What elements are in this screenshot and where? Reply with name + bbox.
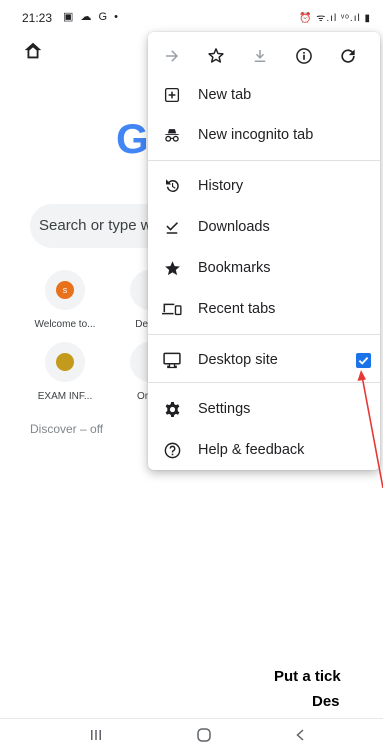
menu-item-recent-tabs[interactable]: Recent tabs: [148, 289, 380, 329]
menu-item-label: Bookmarks: [198, 260, 271, 276]
menu-toolbar: [148, 32, 380, 80]
recent-tabs-icon: [162, 299, 182, 319]
forward-icon[interactable]: [160, 44, 184, 68]
shortcut-tile[interactable]: s Welcome to...: [30, 270, 100, 330]
downloads-icon: [162, 217, 182, 237]
menu-item-new-incognito-tab[interactable]: New incognito tab: [148, 115, 380, 155]
menu-item-bookmarks[interactable]: Bookmarks: [148, 248, 380, 288]
tile-avatar-letter: s: [56, 281, 74, 299]
menu-divider: [148, 334, 380, 335]
menu-item-label: Recent tabs: [198, 301, 276, 317]
annotation-text-line1: Put a tick: [274, 668, 341, 685]
refresh-icon[interactable]: [336, 44, 360, 68]
home-icon[interactable]: [22, 40, 44, 62]
shortcut-tile[interactable]: EXAM INF...: [30, 342, 100, 402]
menu-item-settings[interactable]: Settings: [148, 389, 380, 429]
menu-divider: [148, 382, 380, 383]
tile-avatar: [45, 342, 85, 382]
notification-icons: ▣ ☁ G •: [63, 11, 120, 23]
new-tab-icon: [162, 85, 182, 105]
annotation-text-line2: Des: [312, 693, 340, 710]
download-icon[interactable]: [248, 44, 272, 68]
menu-item-label: Desktop site: [198, 352, 278, 368]
tile-label: Welcome to...: [34, 319, 96, 330]
status-bar: 21:23 ▣ ☁ G • ⏰ ᯤ.ıl ᵛᵒ.ıl ▮: [0, 0, 383, 34]
tile-avatar: s: [45, 270, 85, 310]
menu-item-desktop-site[interactable]: Desktop site: [148, 340, 380, 380]
menu-divider: [148, 160, 380, 161]
history-icon: [162, 176, 182, 196]
desktop-site-checkbox[interactable]: [356, 353, 371, 368]
discover-status: Discover – off: [30, 422, 104, 436]
google-logo: G: [116, 115, 149, 162]
incognito-icon: [162, 125, 182, 145]
help-icon: [162, 440, 182, 460]
overflow-menu: New tab New incognito tab History Downlo…: [148, 32, 380, 470]
menu-item-downloads[interactable]: Downloads: [148, 207, 380, 247]
recent-apps-icon[interactable]: [84, 725, 108, 745]
desktop-icon: [162, 350, 182, 370]
status-time: 21:23: [22, 11, 53, 25]
emblem-icon: [56, 353, 74, 371]
bookmarks-icon: [162, 258, 182, 278]
menu-item-label: Help & feedback: [198, 442, 305, 458]
bookmark-star-icon[interactable]: [204, 44, 228, 68]
menu-item-label: New incognito tab: [198, 127, 314, 143]
settings-icon: [162, 399, 182, 419]
tile-label: EXAM INF...: [37, 391, 93, 402]
back-icon[interactable]: [288, 725, 312, 745]
menu-item-label: Settings: [198, 401, 251, 417]
menu-item-label: New tab: [198, 87, 252, 103]
menu-item-label: History: [198, 178, 244, 194]
system-status-icons: ⏰ ᯤ.ıl ᵛᵒ.ıl ▮: [299, 13, 371, 24]
menu-item-history[interactable]: History: [148, 166, 380, 206]
navigation-bar: [0, 718, 383, 750]
menu-item-help-feedback[interactable]: Help & feedback: [148, 430, 380, 470]
menu-item-new-tab[interactable]: New tab: [148, 75, 380, 115]
nav-home-icon[interactable]: [192, 725, 216, 745]
page-info-icon[interactable]: [292, 44, 316, 68]
menu-item-label: Downloads: [198, 219, 270, 235]
